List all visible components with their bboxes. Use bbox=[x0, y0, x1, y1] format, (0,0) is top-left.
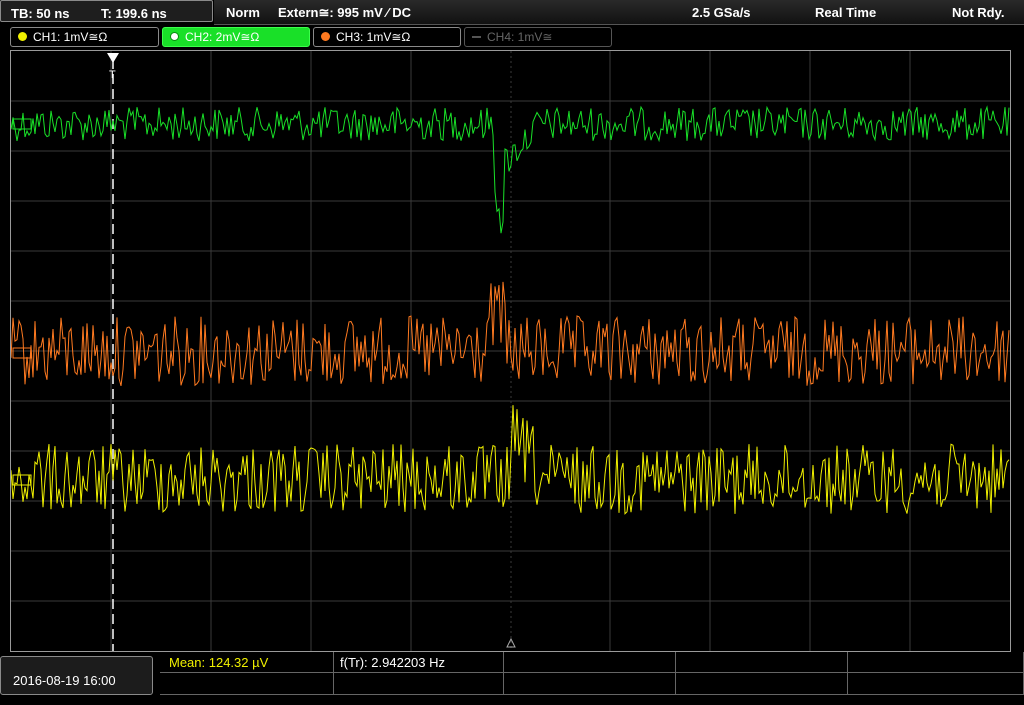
measurement-cell-empty-9[interactable] bbox=[676, 673, 848, 695]
timebase-readout: TB: 50 ns bbox=[11, 6, 70, 21]
top-status-bar: TB: 50 ns T: 199.6 ns Norm Extern≅: 995 … bbox=[0, 0, 1024, 25]
channel-4-off-indicator bbox=[472, 36, 481, 38]
waveform-display[interactable]: T bbox=[10, 50, 1011, 652]
trigger-mode[interactable]: Norm bbox=[226, 0, 260, 25]
sample-rate: 2.5 GSa/s bbox=[692, 5, 751, 20]
channel-4-label: CH4: 1mV≅ bbox=[487, 30, 553, 44]
channel-1-waveform bbox=[11, 405, 1010, 515]
trigger-frequency-measurement: f(Tr): 2.942203 Hz bbox=[340, 655, 446, 670]
channel-2-label: CH2: 2mV≅Ω bbox=[185, 30, 260, 44]
channel-3-waveform bbox=[11, 281, 1010, 387]
trigger-t-icon: T bbox=[109, 69, 116, 81]
channel-1-label: CH1: 1mV≅Ω bbox=[33, 30, 108, 44]
measurement-cell-empty-7[interactable] bbox=[334, 673, 504, 695]
measurement-cell-freq[interactable]: f(Tr): 2.942203 Hz bbox=[334, 652, 504, 673]
channel-bar: CH1: 1mV≅Ω CH2: 2mV≅Ω CH3: 1mV≅Ω CH4: 1m… bbox=[0, 25, 1024, 49]
trigger-arrow-icon bbox=[107, 53, 119, 63]
channel-3-label: CH3: 1mV≅Ω bbox=[336, 30, 411, 44]
datetime-box: 2016-08-19 16:00 bbox=[0, 656, 153, 695]
acquisition-mode: Real Time bbox=[815, 5, 877, 20]
datetime: 2016-08-19 16:00 bbox=[13, 673, 116, 688]
channel-3-color-dot bbox=[321, 32, 330, 41]
measurement-cell-mean[interactable]: Mean: 124.32 µV bbox=[160, 652, 334, 673]
channel-2-waveform bbox=[11, 105, 1010, 234]
measurement-cell-empty-4[interactable] bbox=[676, 652, 848, 673]
measurement-cell-empty-6[interactable] bbox=[160, 673, 334, 695]
timebase-box[interactable]: TB: 50 ns T: 199.6 ns bbox=[0, 0, 213, 22]
run-status: Not Rdy. bbox=[952, 5, 1005, 20]
channel-4-tab[interactable]: CH4: 1mV≅ bbox=[464, 27, 612, 47]
waveform-canvas: T bbox=[11, 51, 1010, 651]
channel-1-tab[interactable]: CH1: 1mV≅Ω bbox=[10, 27, 159, 47]
measurement-cell-empty-3[interactable] bbox=[504, 652, 676, 673]
channel-1-color-dot bbox=[18, 32, 27, 41]
measurement-cell-empty-5[interactable] bbox=[848, 652, 1024, 673]
channel-3-offset-marker bbox=[12, 347, 32, 359]
trigger-source[interactable]: Extern≅: 995 mV ⁄ DC bbox=[278, 0, 411, 25]
measurement-cell-empty-8[interactable] bbox=[504, 673, 676, 695]
measurement-cell-empty-10[interactable] bbox=[848, 673, 1024, 695]
trigger-time-readout: T: 199.6 ns bbox=[101, 6, 167, 21]
trigger-position-marker: T bbox=[107, 53, 119, 651]
channel-2-tab[interactable]: CH2: 2mV≅Ω bbox=[162, 27, 310, 47]
channel-2-color-dot bbox=[170, 32, 179, 41]
mean-measurement: Mean: 124.32 µV bbox=[169, 655, 269, 670]
channel-offset-markers bbox=[12, 118, 32, 486]
channel-3-tab[interactable]: CH3: 1mV≅Ω bbox=[313, 27, 461, 47]
measurement-table: Mean: 124.32 µV f(Tr): 2.942203 Hz bbox=[160, 652, 1024, 695]
